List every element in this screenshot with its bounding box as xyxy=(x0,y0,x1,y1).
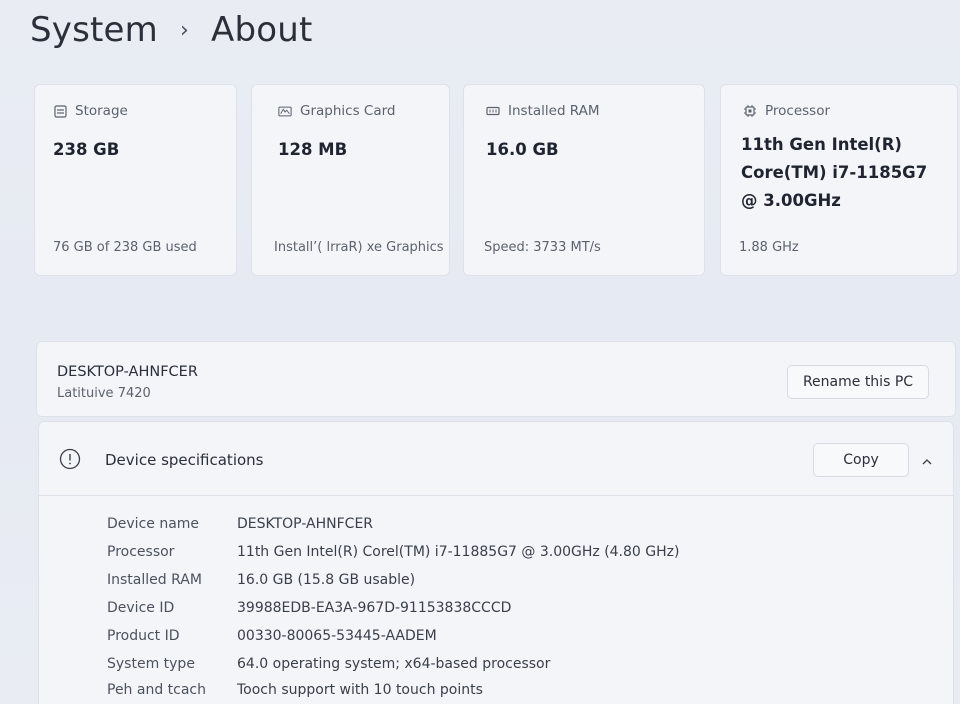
spec-value: DESKTOP-AHNFCER xyxy=(237,516,374,532)
storage-sub: 76 GB of 238 GB used xyxy=(53,240,197,255)
spec-value: 11th Gen Intel(R) Corel(TM) i7-11885G7 @… xyxy=(237,544,680,560)
pc-name: DESKTOP-AHNFCER xyxy=(57,364,198,380)
spec-row: Device ID 39988EDB-EA3A-967D-91153838CCC… xyxy=(107,594,679,622)
processor-card: Processor 11th Gen Intel(R) Core(TM) i7-… xyxy=(720,84,958,276)
specifications-table: Device name DESKTOP-AHNFCER Processor 11… xyxy=(107,510,679,702)
spec-label: Product ID xyxy=(107,628,180,644)
device-specifications-title: Device specifications xyxy=(105,451,264,469)
spec-row: Device name DESKTOP-AHNFCER xyxy=(107,510,679,538)
spec-value: 16.0 GB (15.8 GB usable) xyxy=(237,572,416,588)
storage-label: Storage xyxy=(75,103,128,119)
graphics-card-icon xyxy=(278,104,292,118)
page-title: About xyxy=(211,10,313,50)
storage-card: Storage 238 GB 76 GB of 238 GB used xyxy=(34,84,237,276)
info-icon xyxy=(59,448,81,470)
spec-label: Device ID xyxy=(107,600,175,616)
graphics-card: Graphics Card 128 MB Install’( lrraR) xe… xyxy=(251,84,450,276)
processor-sub: 1.88 GHz xyxy=(739,240,799,255)
spec-label: Peh and tcach xyxy=(107,682,207,698)
chevron-up-icon[interactable] xyxy=(921,453,933,465)
spec-label: Device name xyxy=(107,516,200,532)
spec-row: Product ID 00330-80065-53445-AADEM xyxy=(107,622,679,650)
spec-value: 64.0 operating system; x64-based process… xyxy=(237,656,551,672)
spec-row: Peh and tcach Tooch support with 10 touc… xyxy=(107,678,679,702)
ram-icon xyxy=(486,104,500,118)
spec-label: Installed RAM xyxy=(107,572,202,588)
spec-value: 39988EDB-EA3A-967D-91153838CCCD xyxy=(237,600,512,616)
spec-value: 00330-80065-53445-AADEM xyxy=(237,628,437,644)
ram-label: Installed RAM xyxy=(508,103,600,119)
rename-pc-button[interactable]: Rename this PC xyxy=(787,365,929,399)
spec-row: System type 64.0 operating system; x64-b… xyxy=(107,650,679,678)
spec-row: Installed RAM 16.0 GB (15.8 GB usable) xyxy=(107,566,679,594)
device-specifications-panel: Device specifications Copy Device name D… xyxy=(38,421,954,704)
processor-icon xyxy=(743,104,757,118)
graphics-card-label: Graphics Card xyxy=(300,103,396,119)
storage-value: 238 GB xyxy=(53,140,120,159)
pc-name-row: DESKTOP-AHNFCER Latituive 7420 Rename th… xyxy=(36,341,956,417)
spec-label: Processor xyxy=(107,544,175,560)
spec-value: Tooch support with 10 touch points xyxy=(237,682,483,698)
chevron-right-icon: › xyxy=(180,17,189,43)
ram-card: Installed RAM 16.0 GB Speed: 3733 MT/s xyxy=(463,84,705,276)
spec-row: Processor 11th Gen Intel(R) Corel(TM) i7… xyxy=(107,538,679,566)
graphics-card-sub: Install’( lrraR) xe Graphics xyxy=(274,240,444,255)
processor-value: 11th Gen Intel(R) Core(TM) i7-1185G7 @ 3… xyxy=(741,135,928,210)
device-specifications-header[interactable]: Device specifications Copy xyxy=(39,422,953,496)
spec-label: System type xyxy=(107,656,195,672)
copy-button[interactable]: Copy xyxy=(813,443,909,477)
ram-sub: Speed: 3733 MT/s xyxy=(484,240,601,255)
breadcrumb: System › About xyxy=(30,10,313,50)
storage-icon xyxy=(53,104,67,118)
pc-model: Latituive 7420 xyxy=(57,386,151,401)
processor-label: Processor xyxy=(765,103,831,119)
ram-value: 16.0 GB xyxy=(486,140,559,159)
graphics-card-value: 128 MB xyxy=(278,140,348,159)
breadcrumb-system[interactable]: System xyxy=(30,10,158,50)
